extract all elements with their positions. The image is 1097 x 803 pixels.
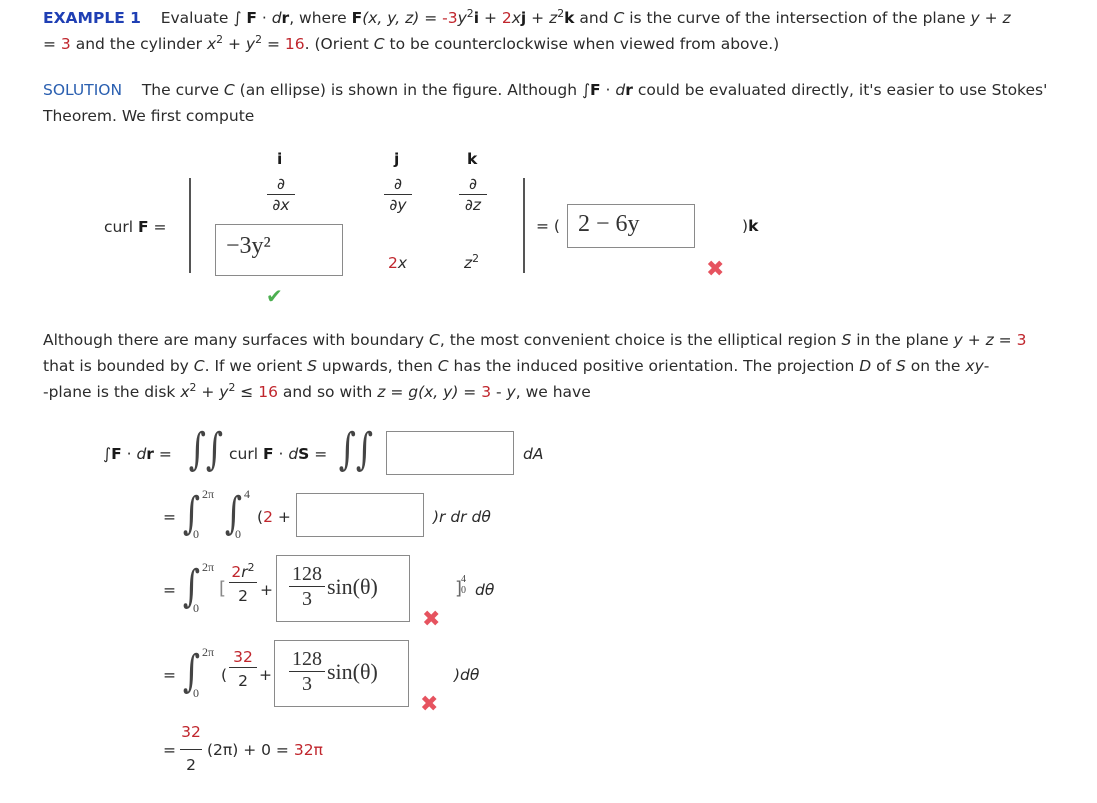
partial-y: ∂ ∂y [384,175,412,214]
determinant-right-bar [523,178,525,273]
curl-i-component-input[interactable]: −3y² [215,224,343,276]
line-integral-lhs: ∫F · dr = [103,445,172,463]
antiderivative-input[interactable]: 128 3 sin(θ) [276,555,410,622]
example-statement: EXAMPLE 1 Evaluate ∫ F · dr, where F(x, … [43,7,1011,53]
final-fraction: 32 2 [180,723,202,774]
final-result: (2π) + 0 = 32π [207,741,323,759]
r-squared-fraction: 2r2 2 [229,562,257,605]
curl-k-component: z2 [464,252,480,272]
curl-result-input[interactable]: 2 − 6y [567,204,695,248]
curl-label: curl F = [104,218,167,236]
equals-sign: = [163,581,176,599]
determinant-left-bar [189,178,191,273]
integrand-input[interactable] [386,431,514,475]
equals-sign: = [163,508,176,526]
double-integral-icon: ∫∫ [338,424,374,475]
curl-result-close: )k [742,217,759,235]
incorrect-x-icon: ✖ [706,257,725,282]
incorrect-x-icon: ✖ [422,607,441,632]
partial-x: ∂ ∂x [267,175,295,214]
unit-vector-i: i [277,150,283,168]
polar-differentials: )r dr dθ [433,508,491,526]
integrand-prefix: (2 + [257,508,291,526]
partial-z: ∂ ∂z [459,175,487,214]
incorrect-x-icon: ✖ [420,692,439,717]
correct-check-icon: ✔ [266,284,283,308]
curl-result-open: = ( [536,217,560,235]
equals-sign: = [163,666,176,684]
unit-vector-j: j [394,150,400,168]
polar-integrand-input[interactable] [296,493,424,537]
double-integral-icon: ∫∫ [188,424,224,475]
dA-label: dA [523,445,544,463]
solution-label: SOLUTION [43,81,123,99]
solution-intro: SOLUTION The curve C (an ellipse) is sho… [43,81,1048,125]
example-label: EXAMPLE 1 [43,9,141,27]
unit-vector-k: k [467,150,478,168]
thirty-two-halves: 32 2 [229,648,257,690]
final-answer: 32π [293,741,323,759]
surface-integral-text: curl F · dS = [229,445,328,463]
equals-sign: = [163,741,176,759]
theta-integrand-input[interactable]: 128 3 sin(θ) [274,640,409,707]
curl-j-component: 2x [388,254,408,272]
surface-explanation: Although there are many surfaces with bo… [43,331,1027,401]
